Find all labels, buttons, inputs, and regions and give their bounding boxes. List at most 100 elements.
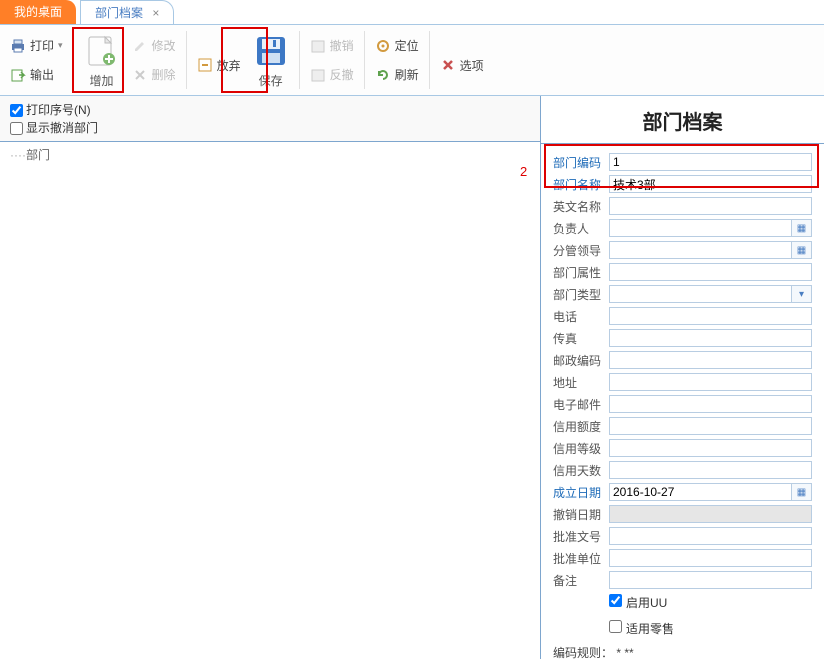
refresh-icon <box>375 67 391 83</box>
input-head[interactable] <box>609 219 792 237</box>
tab-dept-label: 部门档案 <box>95 6 143 20</box>
encoding-rule: 编码规则： * ** <box>553 644 812 661</box>
page-title: 部门档案 <box>541 96 824 144</box>
print-button[interactable]: 打印 ▾ <box>10 37 63 54</box>
output-button[interactable]: 输出 <box>10 66 63 83</box>
retail-label: 适用零售 <box>626 622 674 636</box>
input-leader[interactable] <box>609 241 792 259</box>
enable-uu-checkbox[interactable]: 启用UU <box>609 594 667 611</box>
dept-tree: ····部门 <box>0 142 540 659</box>
retail-checkbox[interactable]: 适用零售 <box>609 620 674 637</box>
delete-icon <box>132 67 148 83</box>
refresh-button[interactable]: 刷新 <box>375 66 419 83</box>
input-found[interactable] <box>609 483 792 501</box>
edit-button: 修改 <box>132 37 176 54</box>
print-seq-label: 打印序号(N) <box>26 103 91 117</box>
counter-label: 反撤 <box>330 66 354 83</box>
input-code[interactable] <box>609 153 812 171</box>
picker-leader[interactable]: ▦ <box>792 241 812 259</box>
tab-bar: 我的桌面 部门档案 × <box>0 0 824 24</box>
input-appr-unit[interactable] <box>609 549 812 567</box>
save-button[interactable]: 保存 <box>247 28 295 93</box>
label-type: 部门类型 <box>553 286 609 303</box>
enable-uu-input[interactable] <box>609 594 622 607</box>
input-name[interactable] <box>609 175 812 193</box>
edit-label: 修改 <box>152 37 176 54</box>
picker-head[interactable]: ▦ <box>792 219 812 237</box>
print-seq-input[interactable] <box>10 104 23 117</box>
tree-dots: ···· <box>10 148 26 162</box>
undo-label: 撤销 <box>330 37 354 54</box>
input-addr[interactable] <box>609 373 812 391</box>
add-icon <box>85 34 119 68</box>
label-code: 部门编码 <box>553 154 609 171</box>
locate-icon <box>375 38 391 54</box>
add-button[interactable]: 增加 <box>78 28 126 93</box>
input-tel[interactable] <box>609 307 812 325</box>
print-label: 打印 <box>30 37 54 54</box>
undo-button: 撤销 <box>310 37 354 54</box>
show-cancelled-input[interactable] <box>10 122 23 135</box>
input-type[interactable] <box>609 285 792 303</box>
label-addr: 地址 <box>553 374 609 391</box>
enable-uu-label: 启用UU <box>626 596 667 610</box>
print-seq-checkbox[interactable]: 打印序号(N) <box>10 101 530 118</box>
options-button[interactable]: 选项 <box>440 57 484 74</box>
options-icon <box>440 57 456 73</box>
tree-root-item[interactable]: 部门 <box>26 148 50 162</box>
delete-button: 删除 <box>132 66 176 83</box>
pencil-icon <box>132 38 148 54</box>
input-credit-lvl[interactable] <box>609 439 812 457</box>
input-remark[interactable] <box>609 571 812 589</box>
retail-input[interactable] <box>609 620 622 633</box>
label-fax: 传真 <box>553 330 609 347</box>
label-appr-unit: 批准单位 <box>553 550 609 567</box>
chevron-down-icon: ▾ <box>58 40 63 51</box>
input-email[interactable] <box>609 395 812 413</box>
counter-undo-button: 反撤 <box>310 66 354 83</box>
toolbar: 打印 ▾ 输出 增加 修改 删除 放弃 保存 <box>0 24 824 96</box>
tab-desktop[interactable]: 我的桌面 <box>0 0 76 24</box>
label-head: 负责人 <box>553 220 609 237</box>
redo-icon <box>310 67 326 83</box>
input-attr[interactable] <box>609 263 812 281</box>
label-tel: 电话 <box>553 308 609 325</box>
input-credit-days[interactable] <box>609 461 812 479</box>
save-label: 保存 <box>249 72 293 89</box>
delete-label: 删除 <box>152 66 176 83</box>
locate-label: 定位 <box>395 37 419 54</box>
input-zip[interactable] <box>609 351 812 369</box>
locate-button[interactable]: 定位 <box>375 37 419 54</box>
close-icon[interactable]: × <box>152 6 159 20</box>
save-icon <box>254 34 288 68</box>
label-credit-days: 信用天数 <box>553 462 609 479</box>
export-icon <box>10 67 26 83</box>
output-label: 输出 <box>30 66 54 83</box>
right-pane: 部门档案 部门编码 部门名称 英文名称 负责人▦ 分管领导▦ 部门属性 部门类型… <box>541 96 824 659</box>
input-cancel <box>609 505 812 523</box>
label-cancel: 撤销日期 <box>553 506 609 523</box>
dept-form: 部门编码 部门名称 英文名称 负责人▦ 分管领导▦ 部门属性 部门类型▾ 电话 … <box>541 144 824 661</box>
dropdown-type[interactable]: ▾ <box>792 285 812 303</box>
label-credit-amt: 信用额度 <box>553 418 609 435</box>
input-appr-no[interactable] <box>609 527 812 545</box>
calendar-found-icon[interactable]: ▦ <box>792 483 812 501</box>
show-cancelled-checkbox[interactable]: 显示撤消部门 <box>10 119 530 136</box>
label-remark: 备注 <box>553 572 609 589</box>
abandon-button[interactable]: 放弃 <box>197 57 241 74</box>
label-zip: 邮政编码 <box>553 352 609 369</box>
input-fax[interactable] <box>609 329 812 347</box>
refresh-label: 刷新 <box>395 66 419 83</box>
content-area: 打印序号(N) 显示撤消部门 ····部门 部门档案 部门编码 部门名称 英文名… <box>0 96 824 659</box>
undo-icon <box>310 38 326 54</box>
abandon-icon <box>197 57 213 73</box>
label-found: 成立日期 <box>553 484 609 501</box>
input-credit-amt[interactable] <box>609 417 812 435</box>
left-pane: 打印序号(N) 显示撤消部门 ····部门 <box>0 96 541 659</box>
add-label: 增加 <box>80 72 124 89</box>
label-leader: 分管领导 <box>553 242 609 259</box>
input-enname[interactable] <box>609 197 812 215</box>
label-attr: 部门属性 <box>553 264 609 281</box>
chevron-down-icon: ▾ <box>799 289 804 300</box>
tab-dept[interactable]: 部门档案 × <box>80 0 174 24</box>
